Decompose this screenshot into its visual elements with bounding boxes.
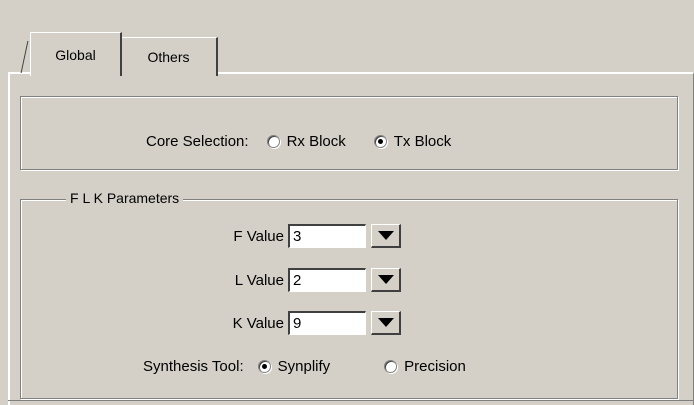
tab-others-label: Others: [147, 49, 190, 65]
synthesis-tool-row: Synthesis Tool: Synplify Precision: [143, 353, 466, 379]
radio-precision-circle[interactable]: [384, 359, 398, 373]
l-value-dropdown-button[interactable]: [371, 268, 401, 292]
radio-synplify-circle[interactable]: [257, 359, 271, 373]
core-selection-row: Core Selection: Rx Block Tx Block: [146, 128, 451, 154]
f-value-label: F Value: [233, 227, 284, 245]
radio-synplify[interactable]: Synplify: [257, 358, 331, 375]
l-value-field[interactable]: 2: [288, 268, 366, 292]
f-value-row: F Value 3: [202, 223, 401, 249]
tab-strip: Global Others: [8, 12, 694, 76]
f-value-field[interactable]: 3: [288, 224, 366, 248]
l-value-label: L Value: [234, 271, 284, 289]
radio-rx-block[interactable]: Rx Block: [266, 133, 346, 150]
k-value-label: K Value: [232, 314, 284, 332]
core-selection-label: Core Selection:: [146, 132, 249, 150]
f-value-dropdown-button[interactable]: [371, 224, 401, 248]
l-value-combo[interactable]: 2: [288, 268, 401, 292]
flk-parameters-legend: F L K Parameters: [66, 190, 184, 206]
radio-precision[interactable]: Precision: [384, 358, 466, 375]
radio-rx-label[interactable]: Rx Block: [287, 133, 346, 150]
radio-precision-label[interactable]: Precision: [404, 358, 466, 375]
radio-tx-circle[interactable]: [373, 134, 387, 148]
chevron-down-icon: [377, 318, 394, 327]
radio-tx-label[interactable]: Tx Block: [394, 133, 452, 150]
tab-global[interactable]: Global: [30, 32, 122, 76]
tab-others[interactable]: Others: [120, 37, 218, 76]
chevron-down-icon: [377, 275, 394, 284]
l-value-row: L Value 2: [202, 267, 401, 293]
synthesis-tool-label: Synthesis Tool:: [143, 357, 244, 375]
k-value-dropdown-button[interactable]: [371, 311, 401, 335]
panel-divider: [8, 400, 694, 401]
f-value-combo[interactable]: 3: [288, 224, 401, 248]
chevron-down-icon: [377, 231, 394, 240]
radio-tx-block[interactable]: Tx Block: [373, 133, 452, 150]
radio-rx-circle[interactable]: [266, 134, 280, 148]
k-value-row: K Value 9: [202, 310, 401, 336]
k-value-combo[interactable]: 9: [288, 311, 401, 335]
radio-synplify-label[interactable]: Synplify: [278, 358, 331, 375]
k-value-field[interactable]: 9: [288, 311, 366, 335]
tab-global-label: Global: [55, 46, 96, 63]
